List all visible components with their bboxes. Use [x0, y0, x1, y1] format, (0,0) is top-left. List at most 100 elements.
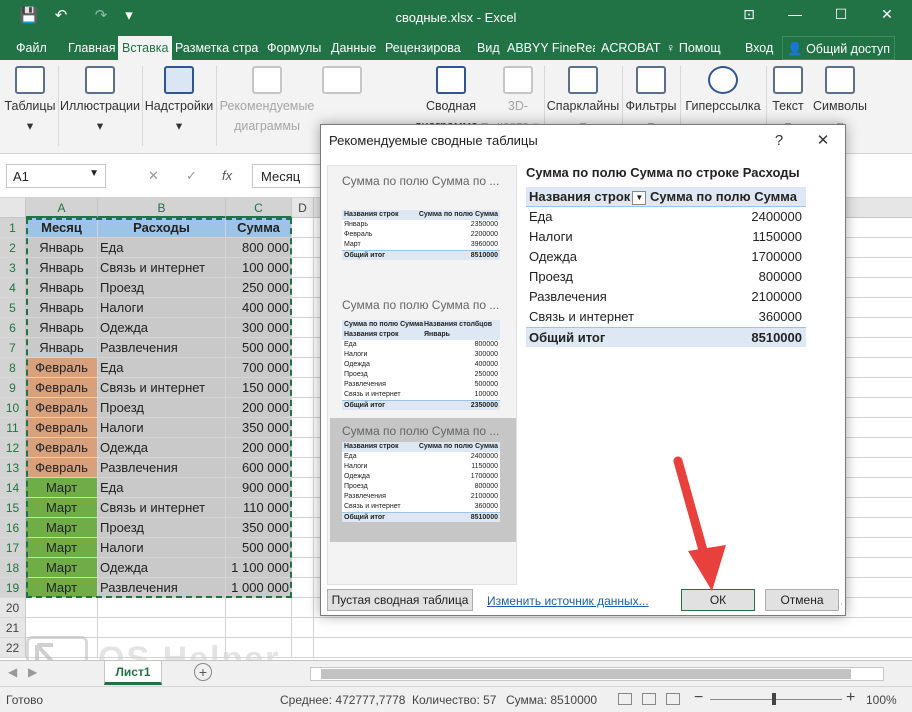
illustrations-group[interactable]: Иллюстрации ▾ — [60, 62, 140, 134]
expense-cell[interactable]: Развлечения — [98, 578, 226, 598]
empty-cell[interactable] — [226, 618, 292, 638]
row-header[interactable]: 4 — [0, 278, 26, 298]
row-header[interactable]: 2 — [0, 238, 26, 258]
month-cell[interactable]: Январь — [26, 318, 98, 338]
page-break-view-icon[interactable] — [666, 693, 680, 705]
filter-dropdown-icon[interactable]: ▼ — [632, 190, 647, 205]
confirm-entry-icon[interactable]: ✓ — [186, 168, 197, 184]
empty-cell[interactable] — [292, 618, 314, 638]
add-sheet-button[interactable]: + — [194, 663, 212, 681]
row-header[interactable]: 5 — [0, 298, 26, 318]
sign-in-link[interactable]: Вход — [741, 36, 777, 60]
cancel-button[interactable]: Отмена — [765, 589, 839, 611]
tab-view[interactable]: Вид — [473, 36, 504, 60]
insert-function-icon[interactable]: fx — [222, 168, 232, 183]
header-cell[interactable]: Месяц — [26, 218, 98, 238]
empty-cell[interactable] — [292, 218, 314, 238]
empty-cell[interactable] — [292, 418, 314, 438]
ribbon-display-options-icon[interactable]: ⊡ — [734, 6, 764, 23]
empty-cell[interactable] — [292, 438, 314, 458]
month-cell[interactable]: Февраль — [26, 438, 98, 458]
row-header[interactable]: 19 — [0, 578, 26, 598]
empty-cell[interactable] — [292, 498, 314, 518]
scrollbar-thumb[interactable] — [321, 669, 851, 679]
zoom-level[interactable]: 100% — [866, 693, 897, 707]
pivot-suggestion-3[interactable]: Сумма по полю Сумма по ... Названия стро… — [330, 418, 516, 542]
month-cell[interactable]: Январь — [26, 258, 98, 278]
select-all-corner[interactable] — [0, 198, 26, 218]
tab-insert[interactable]: Вставка — [118, 36, 173, 60]
amount-cell[interactable]: 350 000 — [226, 418, 292, 438]
expense-cell[interactable]: Налоги — [98, 538, 226, 558]
row-header[interactable]: 14 — [0, 478, 26, 498]
zoom-in-icon[interactable]: + — [846, 689, 855, 707]
month-cell[interactable]: Март — [26, 478, 98, 498]
empty-cell[interactable] — [292, 638, 314, 658]
amount-cell[interactable]: 600 000 — [226, 458, 292, 478]
zoom-slider[interactable] — [710, 699, 842, 700]
row-header[interactable]: 17 — [0, 538, 26, 558]
amount-cell[interactable]: 300 000 — [226, 318, 292, 338]
close-window-button[interactable]: ✕ — [872, 6, 902, 23]
normal-view-icon[interactable] — [618, 693, 632, 705]
amount-cell[interactable]: 700 000 — [226, 358, 292, 378]
column-header[interactable]: B — [98, 198, 226, 218]
empty-cell[interactable] — [292, 458, 314, 478]
empty-cell[interactable] — [226, 598, 292, 618]
empty-cell[interactable] — [26, 598, 98, 618]
row-header[interactable]: 3 — [0, 258, 26, 278]
expense-cell[interactable]: Связь и интернет — [98, 378, 226, 398]
tab-file[interactable]: Файл — [12, 36, 51, 60]
expense-cell[interactable]: Одежда — [98, 318, 226, 338]
tab-data[interactable]: Данные — [327, 36, 380, 60]
page-layout-view-icon[interactable] — [642, 693, 656, 705]
empty-cell[interactable] — [292, 478, 314, 498]
amount-cell[interactable]: 250 000 — [226, 278, 292, 298]
tab-formulas[interactable]: Формулы — [263, 36, 325, 60]
addins-group[interactable]: Надстройки ▾ — [144, 62, 214, 134]
minimize-button[interactable]: — — [780, 6, 810, 22]
column-header[interactable]: A — [26, 198, 98, 218]
tab-home[interactable]: Главная — [64, 36, 120, 60]
empty-cell[interactable] — [314, 638, 912, 658]
row-header[interactable]: 15 — [0, 498, 26, 518]
cancel-entry-icon[interactable]: ✕ — [148, 168, 159, 184]
month-cell[interactable]: Февраль — [26, 358, 98, 378]
empty-cell[interactable] — [98, 618, 226, 638]
expense-cell[interactable]: Связь и интернет — [98, 498, 226, 518]
pivot-suggestion-1[interactable]: Сумма по полю Сумма по ... Названия стро… — [330, 168, 516, 292]
row-header[interactable]: 11 — [0, 418, 26, 438]
column-header[interactable]: D — [292, 198, 314, 218]
empty-cell[interactable] — [314, 618, 912, 638]
empty-cell[interactable] — [292, 278, 314, 298]
horizontal-scrollbar[interactable] — [310, 667, 884, 681]
expense-cell[interactable]: Одежда — [98, 558, 226, 578]
empty-cell[interactable] — [292, 578, 314, 598]
tab-acrobat[interactable]: ACROBAT — [597, 36, 665, 60]
amount-cell[interactable]: 500 000 — [226, 338, 292, 358]
tell-me-search[interactable]: ♀ Помощ — [662, 36, 725, 60]
help-button[interactable]: ? — [765, 129, 793, 153]
amount-cell[interactable]: 110 000 — [226, 498, 292, 518]
row-header[interactable]: 6 — [0, 318, 26, 338]
month-cell[interactable]: Февраль — [26, 398, 98, 418]
amount-cell[interactable]: 400 000 — [226, 298, 292, 318]
pivot-suggestion-2[interactable]: Сумма по полю Сумма по ... Сумма по полю… — [330, 292, 516, 418]
empty-cell[interactable] — [292, 518, 314, 538]
month-cell[interactable]: Март — [26, 558, 98, 578]
amount-cell[interactable]: 200 000 — [226, 398, 292, 418]
column-header[interactable]: C — [226, 198, 292, 218]
expense-cell[interactable]: Развлечения — [98, 458, 226, 478]
expense-cell[interactable]: Связь и интернет — [98, 258, 226, 278]
month-cell[interactable]: Февраль — [26, 378, 98, 398]
maximize-button[interactable]: ☐ — [826, 6, 856, 23]
sheet-tab[interactable]: Лист1 — [104, 661, 162, 685]
zoom-out-icon[interactable]: − — [694, 689, 703, 707]
expense-cell[interactable]: Развлечения — [98, 338, 226, 358]
expense-cell[interactable]: Проезд — [98, 398, 226, 418]
row-header[interactable]: 10 — [0, 398, 26, 418]
month-cell[interactable]: Февраль — [26, 418, 98, 438]
amount-cell[interactable]: 100 000 — [226, 258, 292, 278]
amount-cell[interactable]: 200 000 — [226, 438, 292, 458]
expense-cell[interactable]: Налоги — [98, 298, 226, 318]
